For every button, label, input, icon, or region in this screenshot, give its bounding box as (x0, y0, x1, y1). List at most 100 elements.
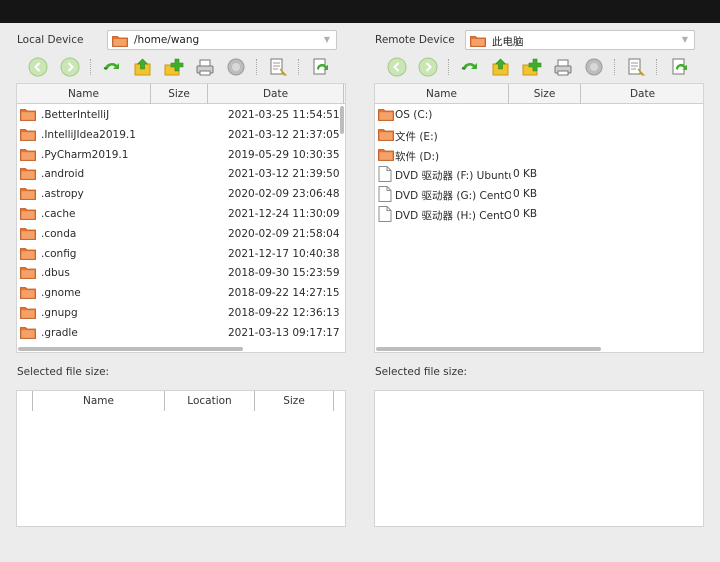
file-name: .dbus (41, 267, 70, 280)
file-row[interactable]: .IntelliJIdea2019.1 2021-03-12 21:37:05 (17, 125, 345, 145)
stop-icon[interactable] (226, 57, 246, 77)
file-date: 2021-03-12 21:37:05 (228, 128, 340, 141)
remote-selected-size-label: Selected file size: (375, 366, 468, 378)
folder-icon (20, 206, 36, 223)
chevron-down-icon[interactable]: ▼ (680, 33, 690, 47)
remote-path-combo[interactable]: 此电脑 ▼ (465, 30, 695, 50)
local-horizontal-scrollbar[interactable] (18, 347, 243, 351)
file-row[interactable]: DVD 驱动器 (H:) CentOS 0 KB (375, 204, 703, 225)
file-row[interactable]: .gradle 2021-03-13 09:17:17 (17, 323, 345, 343)
folder-icon (20, 305, 36, 322)
queue-column-name[interactable]: Name (32, 391, 164, 411)
column-header-size[interactable]: Size (509, 84, 581, 104)
file-name: .config (41, 247, 77, 260)
file-row[interactable]: .config 2021-12-17 10:40:38 (17, 244, 345, 264)
folder-icon (112, 34, 128, 50)
local-path-value: /home/wang (134, 34, 200, 46)
refresh-icon[interactable] (102, 57, 122, 77)
remote-horizontal-scrollbar[interactable] (376, 347, 601, 351)
file-name: 文件 (E:) (395, 130, 438, 143)
file-date: 2021-03-13 09:17:17 (228, 326, 340, 339)
file-date: 2021-03-12 21:39:50 (228, 168, 340, 181)
file-row[interactable]: DVD 驱动器 (G:) CentOS 0 KB (375, 184, 703, 204)
column-header-name[interactable]: Name (375, 84, 509, 104)
folder-icon (20, 246, 36, 263)
file-name: .gnupg (41, 306, 78, 319)
back-icon[interactable] (387, 57, 407, 77)
remote-transfer-queue[interactable] (374, 390, 704, 527)
file-icon (378, 205, 392, 225)
folder-icon (20, 285, 36, 302)
local-file-list[interactable]: Name Size Date .BetterIntelliJ 2021-03-25… (16, 83, 346, 353)
file-row[interactable]: OS (C:) (375, 105, 703, 125)
file-name: DVD 驱动器 (G:) CentOS (395, 190, 511, 203)
folder-icon (20, 107, 36, 124)
folder-icon (378, 107, 394, 124)
new-folder-icon[interactable] (522, 57, 542, 77)
column-header-name[interactable]: Name (17, 84, 151, 104)
remote-file-list[interactable]: Name Size Date OS (C:) 文件 (E:) 软件 (D:) DVD … (374, 83, 704, 353)
file-row[interactable]: .astropy 2020-02-09 23:06:48 (17, 184, 345, 204)
file-row[interactable]: DVD 驱动器 (F:) Ubuntu 0 KB (375, 164, 703, 184)
new-folder-icon[interactable] (164, 57, 184, 77)
file-row[interactable]: .gnome 2018-09-22 14:27:15 (17, 283, 345, 303)
file-date: 2020-02-09 21:58:04 (228, 227, 340, 240)
column-header-size[interactable]: Size (151, 84, 208, 104)
file-name: OS (C:) (395, 109, 433, 121)
file-row[interactable]: .cache 2021-12-24 11:30:09 (17, 204, 345, 224)
file-name: .IntelliJIdea2019.1 (41, 128, 136, 141)
printer-icon[interactable] (195, 57, 215, 77)
queue-column-size[interactable]: Size (254, 391, 334, 411)
file-date: 2021-12-24 11:30:09 (228, 207, 340, 220)
file-name: .BetterIntelliJ (41, 109, 110, 121)
back-icon[interactable] (28, 57, 48, 77)
refresh-icon[interactable] (460, 57, 480, 77)
column-header-date[interactable]: Date (208, 84, 344, 104)
chevron-down-icon[interactable]: ▼ (322, 33, 332, 47)
file-name: .cache (41, 207, 76, 220)
forward-icon[interactable] (60, 57, 80, 77)
file-date: 2018-09-30 15:23:59 (228, 267, 340, 280)
file-row[interactable]: 文件 (E:) (375, 125, 703, 145)
queue-column-location[interactable]: Location (164, 391, 254, 411)
remote-rows: OS (C:) 文件 (E:) 软件 (D:) DVD 驱动器 (F:) Ubuntu… (375, 105, 703, 225)
properties-icon[interactable] (626, 57, 646, 77)
parent-folder-icon[interactable] (133, 57, 153, 77)
remote-path-value: 此电脑 (492, 36, 524, 48)
file-date: 2018-09-22 14:27:15 (228, 287, 340, 300)
sync-icon[interactable] (311, 57, 331, 77)
local-rows: .BetterIntelliJ 2021-03-25 11:54:51 .Intel… (17, 105, 345, 343)
folder-icon (20, 265, 36, 282)
stop-icon[interactable] (584, 57, 604, 77)
file-row[interactable]: 软件 (D:) (375, 145, 703, 165)
properties-icon[interactable] (268, 57, 288, 77)
folder-icon (378, 127, 394, 144)
file-row[interactable]: .android 2021-03-12 21:39:50 (17, 164, 345, 184)
local-panel: Local Device /home/wang ▼ Name Size Date… (16, 23, 346, 543)
file-size: 0 KB (513, 168, 538, 181)
file-row[interactable]: .BetterIntelliJ 2021-03-25 11:54:51 (17, 105, 345, 125)
local-vertical-scrollbar[interactable] (340, 106, 344, 134)
folder-icon (378, 147, 394, 164)
parent-folder-icon[interactable] (491, 57, 511, 77)
forward-icon[interactable] (418, 57, 438, 77)
file-name: .gnome (41, 287, 81, 300)
folder-icon (20, 127, 36, 144)
file-date: 2019-05-29 10:30:35 (228, 148, 340, 161)
file-row[interactable]: .dbus 2018-09-30 15:23:59 (17, 263, 345, 283)
local-selected-size-label: Selected file size: (17, 366, 110, 378)
printer-icon[interactable] (553, 57, 573, 77)
file-row[interactable]: .gnupg 2018-09-22 12:36:13 (17, 303, 345, 323)
local-path-combo[interactable]: /home/wang ▼ (107, 30, 337, 50)
remote-toolbar (374, 54, 704, 80)
file-name: .gradle (41, 326, 78, 339)
remote-list-header: Name Size Date (375, 84, 703, 104)
sync-icon[interactable] (670, 57, 690, 77)
file-row[interactable]: .PyCharm2019.1 2019-05-29 10:30:35 (17, 145, 345, 165)
file-row[interactable]: .conda 2020-02-09 21:58:04 (17, 224, 345, 244)
column-header-date[interactable]: Date (581, 84, 703, 104)
folder-icon (20, 147, 36, 164)
local-transfer-queue[interactable]: Name Location Size (16, 390, 346, 527)
folder-icon (20, 226, 36, 243)
folder-icon (20, 166, 36, 183)
